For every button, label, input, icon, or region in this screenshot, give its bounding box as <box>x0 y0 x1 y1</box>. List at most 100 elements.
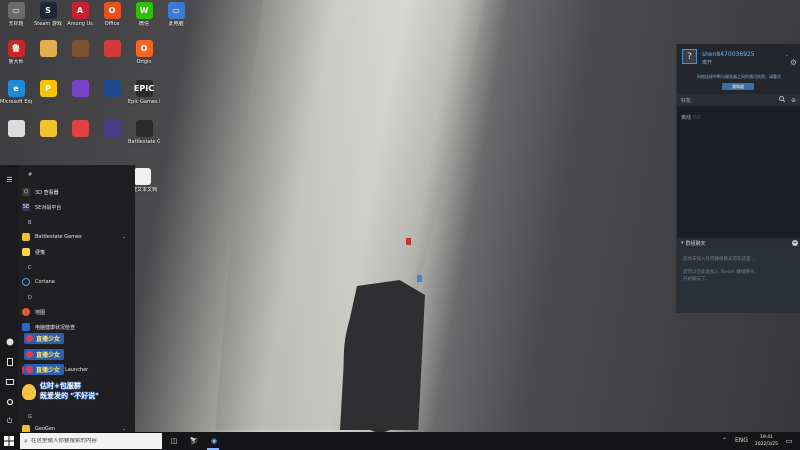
add-chat-icon[interactable]: + <box>792 240 798 246</box>
taskbar-clock[interactable]: 19:41 2022/3/25 <box>755 434 778 448</box>
app-label: 5E对战平台 <box>35 204 62 211</box>
desktop-icon[interactable]: 鲁鲁大师 <box>0 40 32 70</box>
windows-start-icon[interactable] <box>4 436 14 446</box>
app-shortcut-icon: e <box>7 80 25 97</box>
desktop-icon[interactable]: Battlestate Games <box>128 120 160 150</box>
desktop-icon[interactable] <box>0 120 32 150</box>
start-app-item[interactable]: 便笺 <box>22 246 130 258</box>
stream-overlay-badge: 直播少女 <box>24 333 65 344</box>
app-label: 便笺 <box>35 249 46 256</box>
desktop-icon[interactable]: P <box>32 80 64 110</box>
section-letter[interactable]: # <box>28 172 32 178</box>
desktop-icon-label: Among Us <box>67 21 93 27</box>
desktop-icon[interactable]: ▭ 此电脑 <box>160 2 192 32</box>
desktop-icon[interactable] <box>64 80 96 110</box>
desktop-icon[interactable]: e Microsoft Edge <box>0 80 32 110</box>
stream-overlay-badge: 直播少女 <box>24 364 65 375</box>
start-app-item[interactable]: 电脑健康状况检查 <box>22 321 130 333</box>
friends-search-bar[interactable]: 好友 ⊕ <box>677 94 800 106</box>
app-shortcut-icon <box>39 40 57 57</box>
document-icon[interactable] <box>5 357 14 366</box>
notification-icon[interactable]: ▭ <box>784 436 794 446</box>
taskbar: ⌕ ◫ ⛷ ◉ ⌃ ENG 19:41 2022/3/25 ▭ <box>0 432 800 450</box>
desktop-icon[interactable] <box>32 120 64 150</box>
section-letter[interactable]: C <box>28 265 32 271</box>
app-label: Battlestate Games <box>35 234 82 240</box>
app-shortcut-icon <box>39 120 57 137</box>
desktop-icon[interactable] <box>64 40 96 70</box>
3d-viewer-icon: ⬡ <box>22 188 30 196</box>
app-shortcut-icon <box>135 120 153 137</box>
desktop-icon[interactable] <box>96 120 128 150</box>
app-shortcut-icon: O <box>103 2 121 19</box>
chevron-down-icon: ⌄ <box>121 425 126 432</box>
start-app-item[interactable]: 5E 5E对战平台 <box>22 201 130 213</box>
desktop-icon[interactable]: EPIC Epic Games Launcher <box>128 80 160 110</box>
app-shortcut-icon: 鲁 <box>7 40 25 57</box>
desktop-icon-label: Origin <box>136 59 152 65</box>
app-shortcut-icon: P <box>39 80 57 97</box>
folder-icon <box>22 233 30 241</box>
offline-label: 离线 <box>681 115 692 121</box>
desktop-icon[interactable]: ▭ 无标题 <box>0 2 32 32</box>
app-taskbar-icon[interactable]: ⛷ <box>189 436 199 446</box>
steam-profile-header: ? shen8470036925 ⌄ 离开 ⚙ 网络连接中断与服务器之间的通讯失… <box>677 44 800 94</box>
desktop-icon[interactable]: S Steam 游戏 <box>32 2 64 32</box>
caption-line: 既爱发的 "不好说" <box>40 392 99 400</box>
climber-figure <box>406 238 411 245</box>
desktop-icon[interactable] <box>64 120 96 150</box>
app-label: Cortana <box>35 279 55 285</box>
chevron-down-icon: ▾ <box>681 240 684 246</box>
chevron-down-icon[interactable]: ⌄ <box>785 52 789 58</box>
app-shortcut-icon <box>71 80 89 97</box>
5e-platform-icon: 5E <box>22 203 30 211</box>
chevron-up-icon[interactable]: ⌃ <box>722 437 727 444</box>
desktop-icon[interactable]: O Office <box>96 2 128 32</box>
avatar[interactable]: ? <box>682 49 697 64</box>
taskbar-search[interactable]: ⌕ <box>20 433 162 449</box>
maps-icon <box>22 308 30 316</box>
task-view-icon[interactable]: ◫ <box>169 436 179 446</box>
desktop-icon-label: Office <box>104 21 120 27</box>
desktop-icon-label: Microsoft Edge <box>0 99 32 105</box>
section-letter[interactable]: B <box>28 220 31 226</box>
chevron-down-icon: ⌄ <box>121 234 126 240</box>
app-shortcut-icon: S <box>39 2 57 19</box>
lang-indicator[interactable]: ENG <box>735 437 748 444</box>
user-icon[interactable] <box>5 337 14 346</box>
acknowledge-button[interactable]: 我知道 <box>722 83 754 90</box>
start-app-item[interactable]: 地图 <box>22 306 130 318</box>
app-shortcut-icon <box>71 40 89 57</box>
search-icon: ⌕ <box>24 436 28 445</box>
power-icon[interactable]: ⏻ <box>5 417 14 426</box>
app-shortcut-icon: A <box>71 2 89 19</box>
search-icon[interactable] <box>779 96 786 104</box>
section-letter[interactable]: D <box>28 295 32 301</box>
steam-username[interactable]: shen8470036925 <box>702 51 755 58</box>
desktop-icon[interactable]: W 微信 <box>128 2 160 32</box>
steam-taskbar-icon[interactable]: ◉ <box>209 436 219 446</box>
search-input[interactable] <box>30 438 151 444</box>
steam-status: 离开 <box>702 60 713 66</box>
app-shortcut-icon <box>103 120 121 137</box>
sticky-notes-icon <box>22 248 30 256</box>
offline-group[interactable]: 离线 0/0 <box>681 114 701 121</box>
desktop-icon[interactable]: O Origin <box>128 40 160 70</box>
clock-date: 2022/3/25 <box>754 442 778 447</box>
section-letter[interactable]: G <box>28 414 32 420</box>
desktop-icon[interactable] <box>32 40 64 70</box>
start-app-item[interactable]: Cortana <box>22 276 130 288</box>
settings-gear-icon[interactable] <box>5 397 14 406</box>
add-friend-icon[interactable]: ⊕ <box>791 97 796 104</box>
start-app-folder[interactable]: Battlestate Games ⌄ <box>22 231 130 243</box>
app-shortcut-icon <box>71 120 89 137</box>
pictures-icon[interactable] <box>5 377 14 386</box>
chat-hint: 开始聊天了。 <box>683 277 710 282</box>
hamburger-icon[interactable]: ☰ <box>5 175 14 184</box>
group-chat-header[interactable]: ▾ 群组聊天 + <box>677 238 800 248</box>
desktop-icon[interactable]: A Among Us <box>64 2 96 32</box>
gear-icon[interactable]: ⚙ <box>790 58 797 67</box>
start-app-item[interactable]: ⬡ 3D 查看器 <box>22 186 130 198</box>
desktop-icon[interactable] <box>96 40 128 70</box>
desktop-icon[interactable] <box>96 80 128 110</box>
